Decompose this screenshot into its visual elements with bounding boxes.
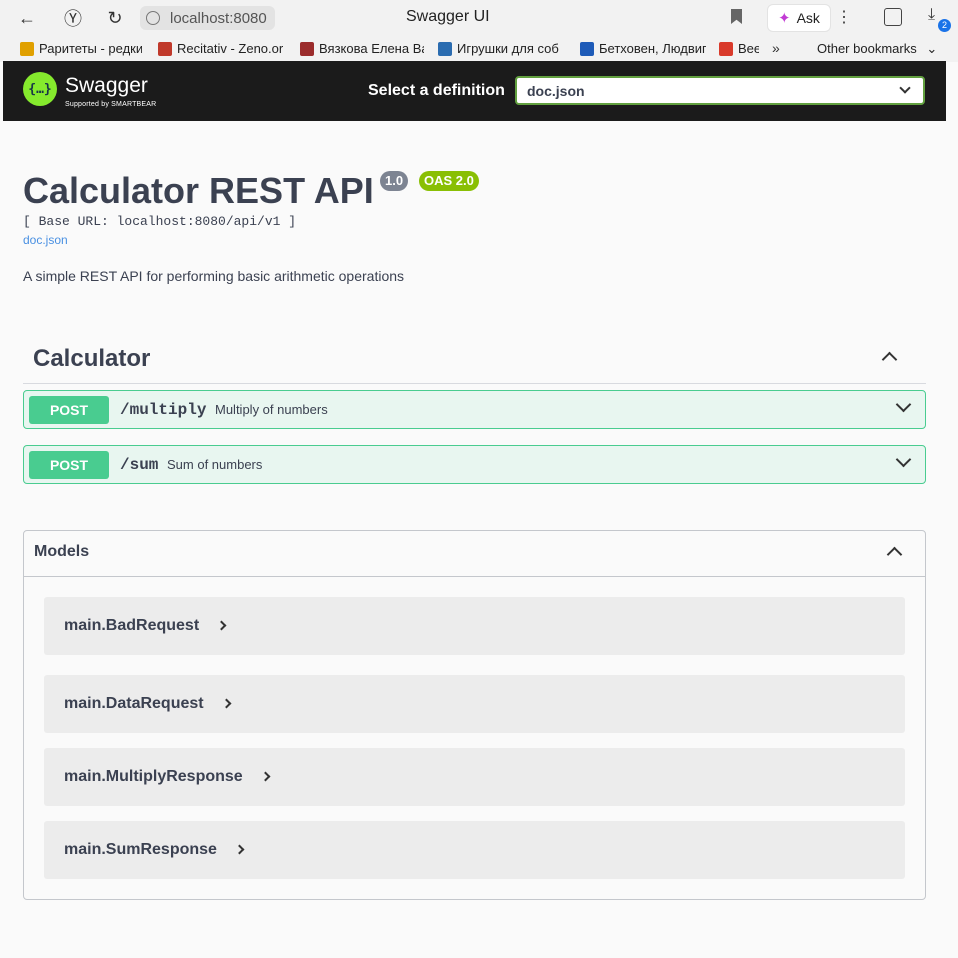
bookmark-favicon (300, 41, 314, 56)
bookmarks-bar: Раритеты - редки Recitativ - Zeno.or Вяз… (0, 36, 958, 62)
model-item[interactable]: main.BadRequest (44, 597, 905, 655)
other-bookmarks-label: Other bookmarks (817, 41, 917, 56)
models-title: Models (34, 543, 90, 560)
swagger-topbar: {…} Swagger Supported by SMARTBEAR Selec… (3, 61, 946, 121)
swagger-logo-subtitle: Supported by SMARTBEAR (65, 101, 157, 108)
operation-post-sum[interactable]: POST /sum Sum of numbers (23, 445, 926, 484)
tag-divider (23, 383, 926, 384)
chevron-down-icon: ⌄ (926, 41, 938, 56)
bookmark-favicon (438, 41, 452, 56)
bookmark-label: Раритеты - редки (39, 41, 142, 56)
chevron-right-icon (216, 620, 227, 631)
collapse-tag-icon[interactable] (881, 351, 898, 368)
model-item[interactable]: main.DataRequest (44, 675, 905, 733)
model-item[interactable]: main.MultiplyResponse (44, 748, 905, 806)
chevron-down-icon (899, 82, 911, 94)
bookmark-favicon (719, 41, 733, 56)
models-section: Models main.BadRequest main.DataRequest … (23, 530, 926, 900)
operation-path: /sum (120, 456, 159, 474)
bookmark-item[interactable]: Bee (719, 41, 759, 56)
bookmarks-overflow-button[interactable]: » (772, 40, 780, 56)
operation-post-multiply[interactable]: POST /multiply Multiply of numbers (23, 390, 926, 429)
bookmark-favicon (580, 41, 594, 56)
bookmark-item[interactable]: Бетховен, Людвиг (580, 41, 706, 56)
download-icon[interactable]: ⤓ (928, 6, 935, 24)
tab-title: Swagger UI (406, 8, 490, 25)
bookmark-item[interactable]: Recitativ - Zeno.or (158, 41, 284, 56)
model-name: main.DataRequest (64, 695, 204, 712)
browser-toolbar: ← Ⓨ ↻ localhost:8080 Swagger UI ✦ Ask ⋮ … (0, 0, 958, 36)
bookmark-favicon (158, 41, 172, 56)
bookmark-label: Bee (738, 41, 759, 56)
bookmark-label: Игрушки для соб (457, 41, 559, 56)
model-item[interactable]: main.SumResponse (44, 821, 905, 879)
collapse-models-icon[interactable] (886, 546, 903, 563)
ask-button[interactable]: ✦ Ask (767, 4, 831, 32)
translate-icon[interactable] (884, 8, 902, 26)
bookmark-item[interactable]: Игрушки для соб (438, 41, 564, 56)
definition-select-value: doc.json (527, 83, 585, 99)
address-text: localhost:8080 (170, 9, 267, 27)
models-header[interactable]: Models (24, 531, 925, 577)
bookmark-item[interactable]: Раритеты - редки (20, 41, 142, 56)
chevron-right-icon (260, 771, 271, 782)
method-badge: POST (29, 396, 109, 424)
site-info[interactable]: localhost:8080 (140, 6, 275, 30)
base-url: [ Base URL: localhost:8080/api/v1 ] (23, 214, 297, 229)
back-icon[interactable]: ← (12, 3, 42, 33)
chevron-right-icon (234, 844, 245, 855)
sparkle-icon: ✦ (778, 10, 791, 27)
bookmark-favicon (20, 41, 34, 56)
operation-summary: Multiply of numbers (215, 402, 328, 417)
swagger-logo-icon[interactable]: {…} (23, 72, 57, 106)
globe-icon (146, 11, 160, 25)
operation-summary: Sum of numbers (167, 457, 263, 472)
doc-json-link[interactable]: doc.json (23, 233, 68, 247)
oas-badge: OAS 2.0 (419, 171, 479, 191)
version-badge: 1.0 (380, 171, 409, 191)
bookmark-item[interactable]: Вязкова Елена Ва (300, 41, 424, 56)
model-name: main.SumResponse (64, 841, 217, 858)
swagger-logo-text: Swagger (65, 74, 148, 97)
more-menu-icon[interactable]: ⋮ (836, 7, 852, 27)
definition-select-label: Select a definition (368, 82, 505, 99)
expand-operation-icon[interactable] (895, 451, 912, 468)
api-title: Calculator REST API (23, 170, 374, 211)
operation-path: /multiply (120, 401, 207, 419)
reload-icon[interactable]: ↻ (100, 3, 130, 33)
api-description: A simple REST API for performing basic a… (23, 268, 405, 284)
ask-label: Ask (796, 10, 820, 26)
download-count-badge: 2 (938, 19, 951, 32)
model-name: main.MultiplyResponse (64, 768, 243, 785)
other-bookmarks-button[interactable]: Other bookmarks ⌄ (817, 41, 937, 57)
method-badge: POST (29, 451, 109, 479)
bookmark-label: Вязкова Елена Ва (319, 41, 424, 56)
yandex-icon[interactable]: Ⓨ (58, 3, 88, 33)
definition-select[interactable]: doc.json (515, 76, 925, 105)
tag-title[interactable]: Calculator (33, 345, 150, 373)
expand-operation-icon[interactable] (895, 396, 912, 413)
bookmark-label: Recitativ - Zeno.or (177, 41, 284, 56)
model-name: main.BadRequest (64, 617, 200, 634)
chevron-right-icon (221, 698, 232, 709)
bookmark-label: Бетховен, Людвиг (599, 41, 706, 56)
